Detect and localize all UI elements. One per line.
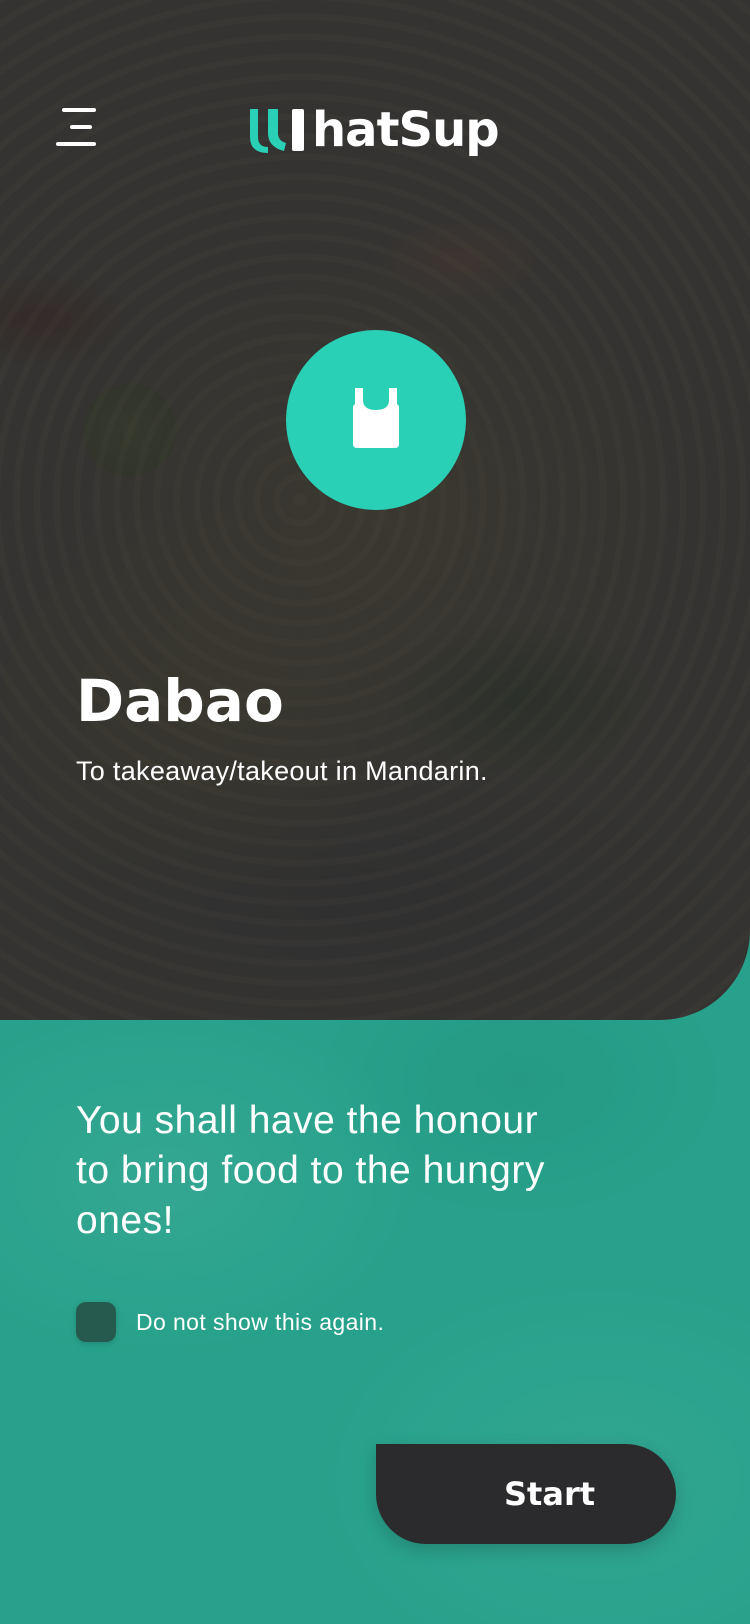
app-logo: hatSup [248,102,500,158]
dont-show-again-label: Do not show this again. [136,1308,385,1335]
start-button-label: Start [504,1475,596,1513]
dont-show-again-option[interactable]: Do not show this again. [76,1302,384,1342]
logo-text: hatSup [312,102,500,158]
menu-icon[interactable] [56,108,96,150]
onboarding-message: You shall have the honour to bring food … [76,1099,545,1242]
term-title: Dabao [76,667,284,735]
shopping-bag-icon [353,388,399,448]
logo-w-mark-icon [250,109,304,153]
category-badge [286,330,466,510]
screen: hatSup Dabao To takeaway/takeout in Mand… [0,0,750,1624]
hero-card: hatSup Dabao To takeaway/takeout in Mand… [0,0,750,1020]
dont-show-again-checkbox[interactable] [76,1302,116,1342]
start-button[interactable]: Start [376,1444,676,1544]
term-definition: To takeaway/takeout in Mandarin. [76,756,488,786]
